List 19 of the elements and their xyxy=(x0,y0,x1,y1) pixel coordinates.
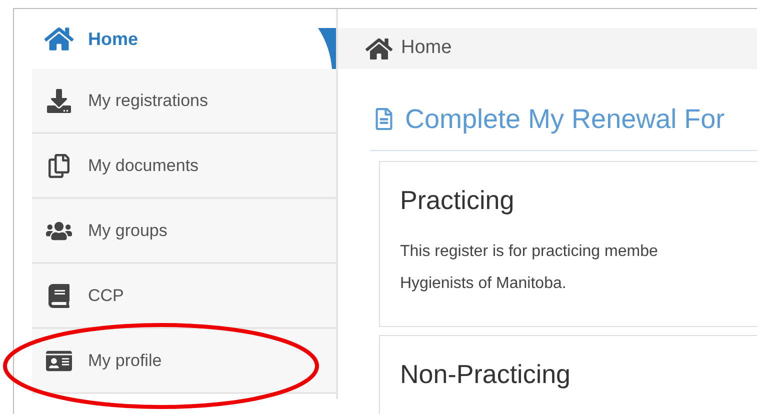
breadcrumb-link[interactable]: Home xyxy=(401,34,452,63)
register-card[interactable]: Practicing This register is for practicing membe Hygienists of Manitoba. xyxy=(379,160,757,326)
book-icon xyxy=(46,284,72,308)
register-description: This register is for practicing membe Hygienists of Manitoba. xyxy=(400,242,659,294)
page-title: Complete My Renewal For xyxy=(405,103,725,136)
sidebar-item[interactable]: My profile xyxy=(32,348,162,374)
selection-tab-indicator xyxy=(318,28,336,69)
sidebar-item[interactable]: Home xyxy=(14,26,138,52)
download-icon xyxy=(46,88,72,112)
sidebar-item[interactable]: My groups xyxy=(32,218,168,244)
home-icon xyxy=(44,26,74,52)
register-card[interactable]: Non-Practicing xyxy=(379,334,757,414)
home-icon xyxy=(365,36,393,60)
sidebar-item[interactable]: CCP xyxy=(32,282,124,308)
register-title: Non-Practicing xyxy=(400,358,572,390)
register-title: Practicing xyxy=(400,184,516,216)
id-card-icon xyxy=(46,348,72,372)
documents-icon xyxy=(46,154,72,178)
document-icon xyxy=(375,108,393,130)
